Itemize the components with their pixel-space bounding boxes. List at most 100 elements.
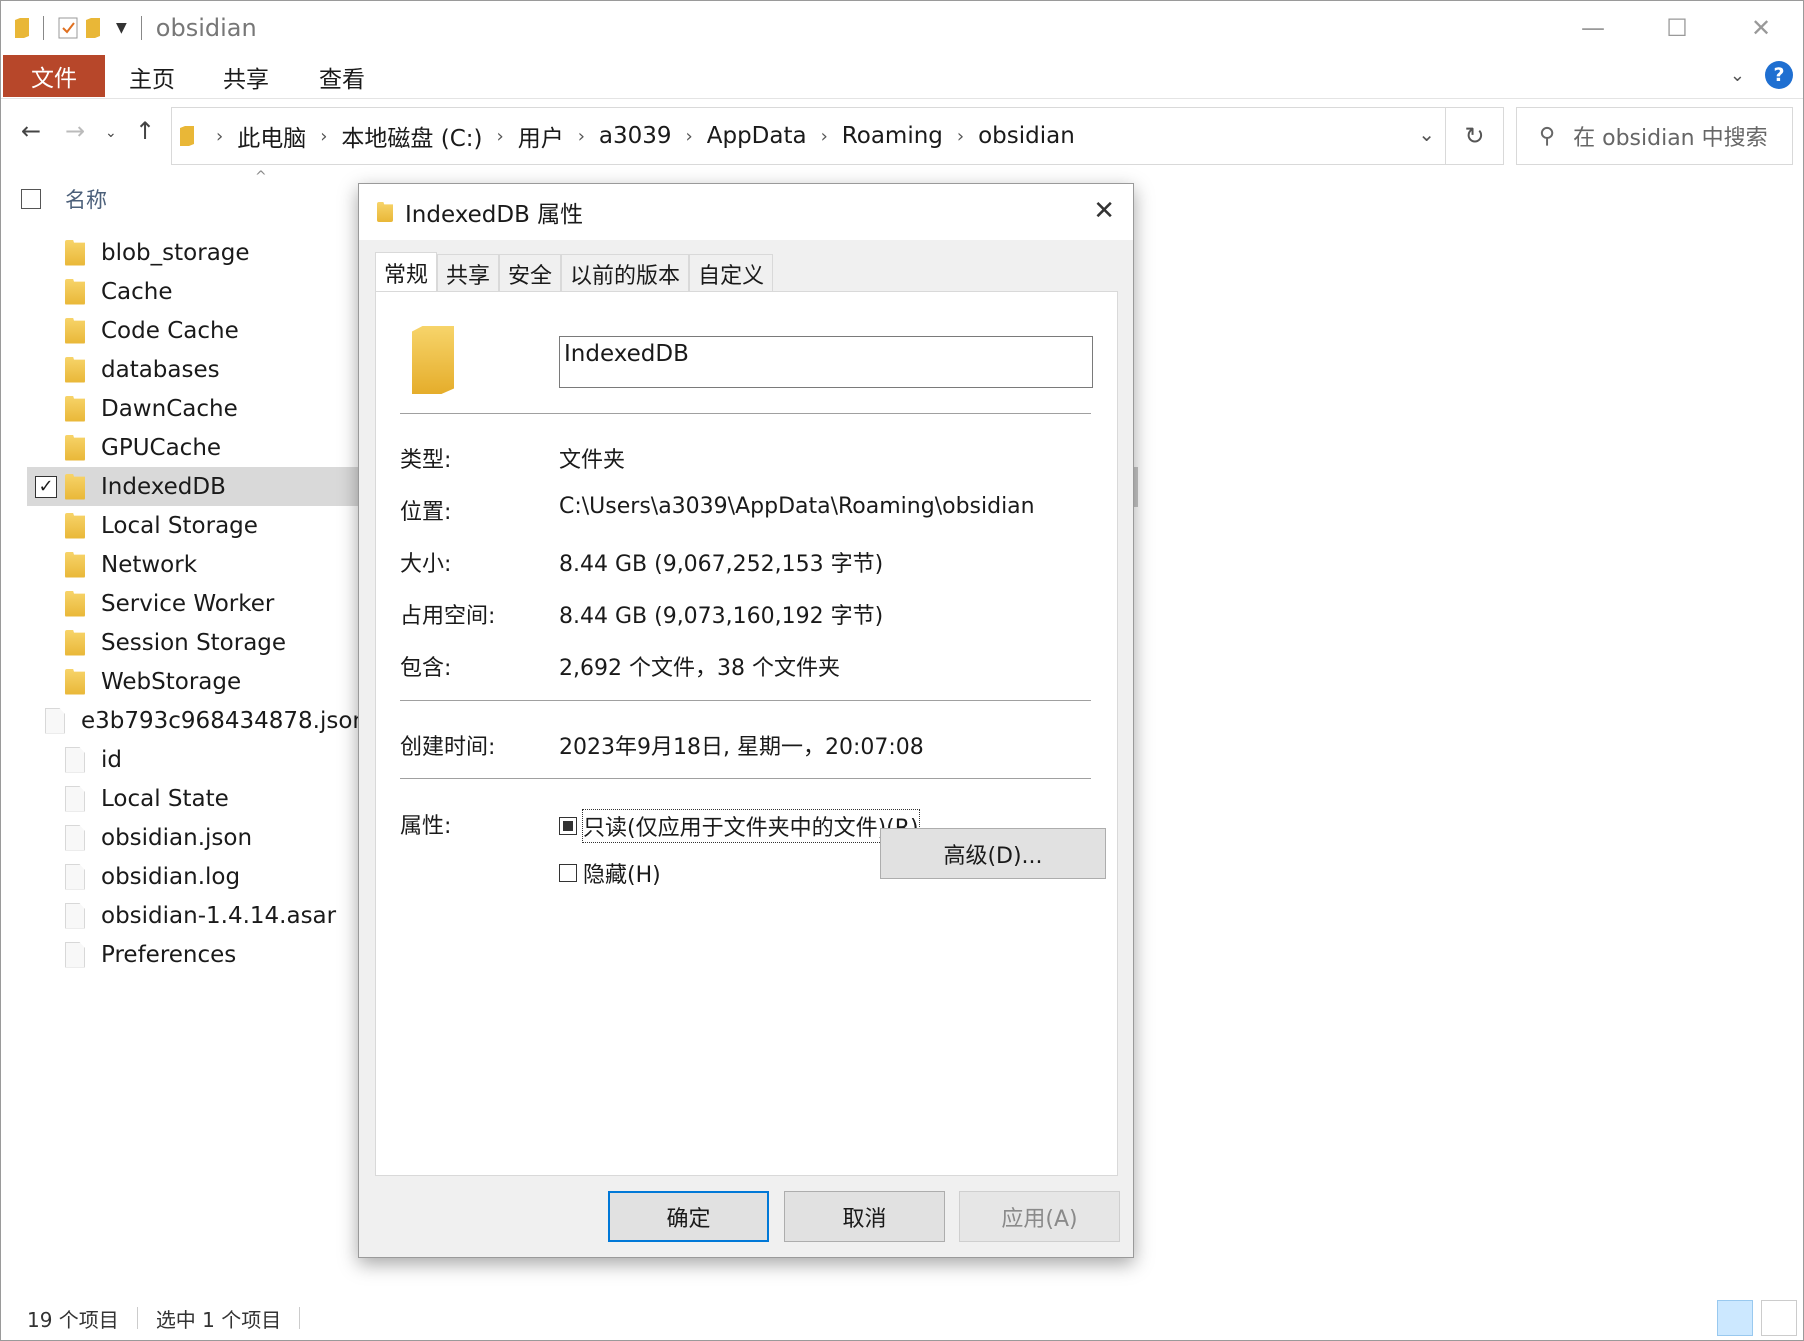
folder-icon	[65, 668, 85, 695]
back-arrow-icon[interactable]: ←	[21, 117, 41, 145]
dialog-title: IndexedDB 属性	[405, 202, 584, 228]
folder-name-field[interactable]: IndexedDB	[559, 336, 1093, 388]
list-item[interactable]: Cache	[27, 272, 361, 311]
ok-button[interactable]: 确定	[608, 1191, 769, 1242]
list-item[interactable]: Local Storage	[27, 506, 361, 545]
chevron-right-icon[interactable]: ›	[578, 126, 585, 147]
column-name-header[interactable]: 名称	[65, 184, 107, 214]
maximize-button[interactable]: ☐	[1635, 1, 1719, 55]
tab-customize[interactable]: 自定义	[689, 254, 774, 292]
breadcrumb-item[interactable]: Roaming	[842, 123, 943, 149]
address-bar[interactable]: › 此电脑 › 本地磁盘 (C:) › 用户 › a3039 › AppData…	[171, 107, 1504, 165]
recent-locations-icon[interactable]: ⌄	[105, 125, 117, 141]
file-name: blob_storage	[101, 239, 250, 266]
tab-security[interactable]: 安全	[499, 254, 562, 292]
list-item[interactable]: Local State	[27, 779, 361, 818]
details-view-icon[interactable]	[1717, 1300, 1753, 1336]
chevron-right-icon[interactable]: ›	[686, 126, 693, 147]
help-icon[interactable]: ?	[1765, 61, 1793, 89]
new-folder-icon[interactable]	[86, 18, 100, 38]
row-checkbox[interactable]: ✓	[35, 475, 57, 498]
cancel-button[interactable]: 取消	[784, 1191, 945, 1242]
apply-button[interactable]: 应用(A)	[959, 1191, 1120, 1242]
breadcrumb-item[interactable]: obsidian	[978, 123, 1075, 149]
created-value: 2023年9月18日, 星期一，20:07:08	[559, 735, 924, 760]
file-name: IndexedDB	[101, 473, 226, 500]
list-item[interactable]: blob_storage	[27, 233, 361, 272]
chevron-right-icon[interactable]: ›	[216, 126, 223, 147]
file-name: WebStorage	[101, 668, 242, 695]
scrollbar[interactable]	[1134, 467, 1138, 507]
select-all-checkbox[interactable]	[21, 189, 41, 209]
chevron-right-icon[interactable]: ›	[320, 126, 327, 147]
file-name: Session Storage	[101, 629, 287, 656]
file-name: Preferences	[101, 941, 237, 968]
breadcrumb-item[interactable]: AppData	[707, 123, 807, 149]
list-item[interactable]: Service Worker	[27, 584, 361, 623]
file-icon	[65, 824, 85, 851]
type-label: 类型:	[400, 448, 452, 473]
tab-home[interactable]: 主页	[121, 57, 183, 97]
readonly-label[interactable]: 只读(仅应用于文件夹中的文件)(R)	[582, 809, 920, 843]
file-icon	[45, 707, 65, 734]
breadcrumb-item[interactable]: 本地磁盘 (C:)	[341, 119, 482, 153]
list-item[interactable]: id	[27, 740, 361, 779]
chevron-down-icon[interactable]: ⌄	[1418, 122, 1435, 146]
file-icon	[65, 902, 85, 929]
folder-icon	[65, 629, 85, 656]
tab-view[interactable]: 查看	[311, 57, 373, 97]
breadcrumb-item[interactable]: 用户	[518, 119, 564, 153]
list-item[interactable]: e3b793c968434878.json	[27, 701, 367, 740]
chevron-right-icon[interactable]: ›	[496, 126, 503, 147]
folder-icon	[377, 202, 393, 222]
hidden-label[interactable]: 隐藏(H)	[583, 857, 661, 889]
list-item[interactable]: obsidian.json	[27, 818, 361, 857]
tab-general[interactable]: 常规	[375, 252, 438, 292]
customize-toolbar-icon[interactable]: ▼	[116, 20, 127, 36]
folder-icon	[65, 356, 85, 383]
checkbox-unchecked-icon[interactable]	[559, 864, 577, 882]
chevron-right-icon[interactable]: ›	[957, 126, 964, 147]
tab-share[interactable]: 共享	[215, 57, 277, 97]
list-item[interactable]: Code Cache	[27, 311, 361, 350]
minimize-button[interactable]: —	[1551, 1, 1635, 55]
tab-file[interactable]: 文件	[3, 55, 105, 97]
advanced-button[interactable]: 高级(D)...	[880, 828, 1106, 879]
list-item[interactable]: WebStorage	[27, 662, 361, 701]
close-button[interactable]: ✕	[1719, 1, 1803, 55]
list-item[interactable]: ✓ IndexedDB	[27, 467, 361, 506]
large-icons-view-icon[interactable]	[1761, 1300, 1797, 1336]
list-item[interactable]: Session Storage	[27, 623, 361, 662]
file-name: Code Cache	[101, 317, 239, 344]
readonly-checkbox[interactable]: 只读(仅应用于文件夹中的文件)(R)	[559, 809, 920, 843]
tab-previous-versions[interactable]: 以前的版本	[561, 254, 690, 292]
folder-icon	[65, 434, 85, 461]
list-item[interactable]: Preferences	[27, 935, 361, 974]
list-item[interactable]: obsidian.log	[27, 857, 361, 896]
list-item[interactable]: obsidian-1.4.14.asar	[27, 896, 361, 935]
file-name: Local Storage	[101, 512, 258, 539]
up-arrow-icon[interactable]: ↑	[135, 117, 155, 145]
forward-arrow-icon[interactable]: →	[65, 117, 85, 145]
ribbon-right: ⌄ ?	[1730, 61, 1793, 89]
view-switcher	[1717, 1300, 1797, 1336]
file-name: Service Worker	[101, 590, 275, 617]
list-item[interactable]: Network	[27, 545, 361, 584]
attributes-label: 属性:	[400, 814, 452, 839]
chevron-right-icon[interactable]: ›	[821, 126, 828, 147]
breadcrumb-item[interactable]: a3039	[599, 123, 672, 149]
refresh-icon[interactable]: ↻	[1445, 108, 1503, 164]
list-item[interactable]: databases	[27, 350, 361, 389]
dialog-close-icon[interactable]: ✕	[1093, 196, 1115, 226]
list-item[interactable]: DawnCache	[27, 389, 361, 428]
search-input[interactable]: ⚲ 在 obsidian 中搜索	[1516, 107, 1793, 165]
list-item[interactable]: GPUCache	[27, 428, 361, 467]
breadcrumb-item[interactable]: 此电脑	[237, 119, 306, 153]
tab-sharing[interactable]: 共享	[437, 254, 500, 292]
properties-icon[interactable]	[58, 17, 78, 39]
expand-ribbon-icon[interactable]: ⌄	[1730, 65, 1745, 86]
checkbox-indeterminate-icon[interactable]	[559, 817, 577, 835]
file-name: databases	[101, 356, 220, 383]
location-value: C:\Users\a3039\AppData\Roaming\obsidian	[559, 494, 1035, 519]
hidden-checkbox[interactable]: 隐藏(H)	[559, 857, 661, 889]
